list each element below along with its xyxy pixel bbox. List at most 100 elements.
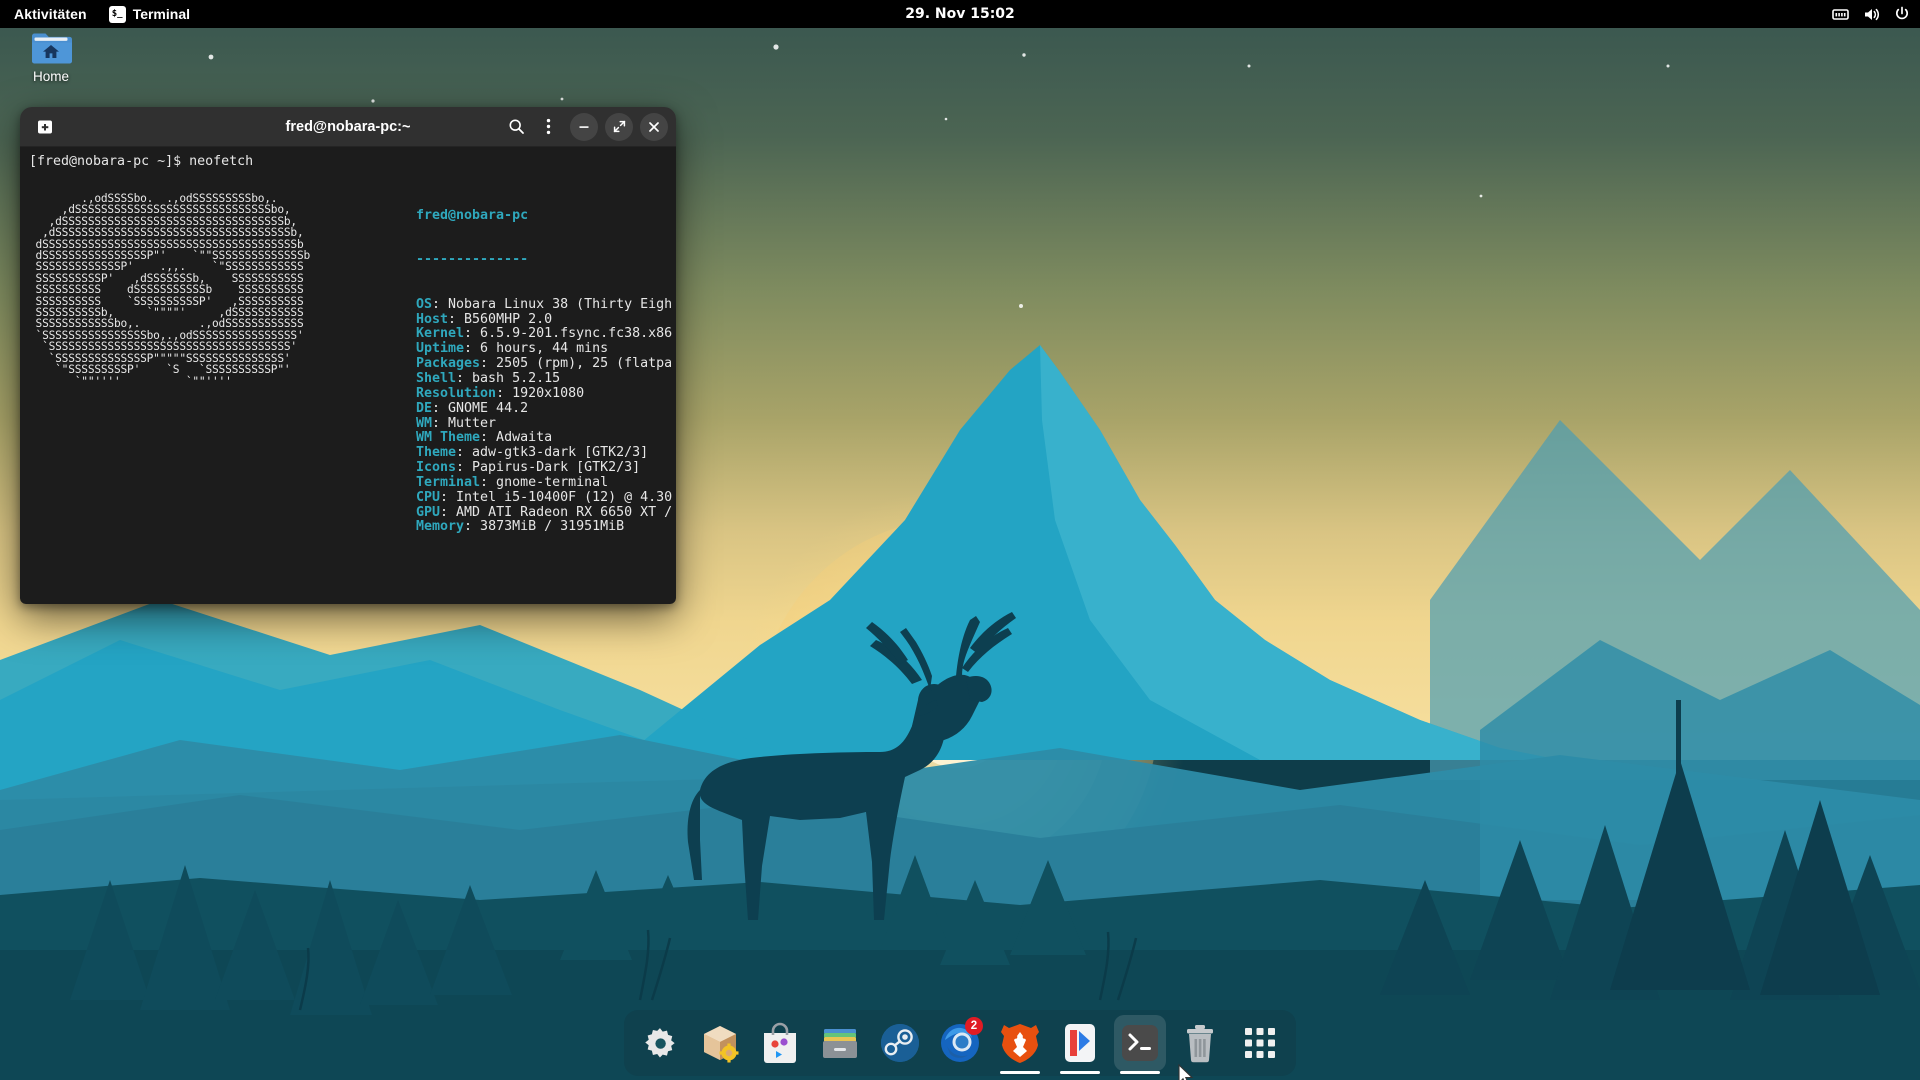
neofetch-header: fred@nobara-pc — [416, 209, 676, 224]
info-value: : Mutter — [432, 416, 496, 431]
home-folder-icon — [30, 30, 72, 66]
info-key: Uptime — [416, 341, 464, 356]
close-icon[interactable] — [640, 113, 668, 141]
info-key: GPU — [416, 505, 440, 520]
neofetch-info-row: CPU: Intel i5-10400F (12) @ 4.30 — [416, 491, 676, 506]
window-title: fred@nobara-pc:~ — [286, 119, 411, 135]
neofetch-header-rule: -------------- — [416, 253, 676, 268]
info-key: Shell — [416, 371, 456, 386]
dock-item-brave[interactable] — [994, 1015, 1046, 1071]
terminal-content[interactable]: [fred@nobara-pc ~]$ neofetch .,odSSSSbo.… — [20, 147, 676, 604]
info-value: : 3873MiB / 31951MiB — [464, 519, 624, 534]
info-value: : Papirus-Dark [GTK2/3] — [456, 460, 640, 475]
terminal-icon: $_ — [109, 6, 126, 23]
dock-item-thunderbird[interactable]: 2 — [934, 1015, 986, 1071]
neofetch-info-row: Shell: bash 5.2.15 — [416, 372, 676, 387]
dock-item-trash[interactable] — [1174, 1015, 1226, 1071]
software-bag-icon — [760, 1022, 800, 1064]
system-status-menu[interactable] — [1832, 6, 1910, 22]
search-icon[interactable] — [501, 112, 531, 142]
info-key: Icons — [416, 460, 456, 475]
command-line: [fred@nobara-pc ~]$ neofetch — [20, 155, 676, 170]
terminal-titlebar[interactable]: fred@nobara-pc:~ — [20, 107, 676, 147]
running-indicator — [1000, 1071, 1040, 1074]
neofetch-info-row: Icons: Papirus-Dark [GTK2/3] — [416, 461, 676, 476]
running-indicator — [1060, 1071, 1100, 1074]
maximize-icon[interactable] — [605, 113, 633, 141]
info-key: DE — [416, 401, 432, 416]
file-cabinet-icon — [819, 1023, 861, 1063]
info-value: : bash 5.2.15 — [456, 371, 560, 386]
terminal-icon — [1121, 1024, 1159, 1062]
neofetch-info-row: WM: Mutter — [416, 417, 676, 432]
dock-item-software-store[interactable] — [754, 1015, 806, 1071]
topbar-app-menu[interactable]: $_ Terminal — [99, 6, 200, 23]
info-key: WM — [416, 416, 432, 431]
info-value: : gnome-terminal — [480, 475, 608, 490]
info-value: : 6.5.9-201.fsync.fc38.x86 — [464, 326, 672, 341]
gnome-top-bar: Aktivitäten $_ Terminal 29. Nov 15:02 — [0, 0, 1920, 28]
info-value: : Nobara Linux 38 (Thirty Eigh — [432, 297, 672, 312]
steam-icon — [879, 1022, 921, 1064]
volume-icon — [1863, 7, 1880, 22]
trash-icon — [1181, 1023, 1219, 1063]
running-indicator — [1120, 1071, 1160, 1074]
activities-button[interactable]: Aktivitäten — [0, 6, 99, 22]
info-value: : 1920x1080 — [496, 386, 584, 401]
neofetch-ascii-logo: .,odSSSSbo. .,odSSSSSSSSSbo,. ,dSSSSSSSS… — [29, 193, 310, 387]
info-value: : Intel i5-10400F (12) @ 4.30 — [440, 490, 672, 505]
neofetch-info-row: DE: GNOME 44.2 — [416, 402, 676, 417]
minimize-icon[interactable] — [570, 113, 598, 141]
info-value: : adw-gtk3-dark [GTK2/3] — [456, 445, 648, 460]
neofetch-info-row: GPU: AMD ATI Radeon RX 6650 XT / — [416, 506, 676, 521]
neofetch-info-row: OS: Nobara Linux 38 (Thirty Eigh — [416, 298, 676, 313]
neofetch-info-row: Uptime: 6 hours, 44 mins — [416, 342, 676, 357]
new-tab-icon[interactable] — [32, 114, 58, 140]
info-key: Kernel — [416, 326, 464, 341]
info-value: : 2505 (rpm), 25 (flatpa — [480, 356, 672, 371]
feedly-icon — [1061, 1022, 1099, 1064]
info-key: CPU — [416, 490, 440, 505]
dock-item-steam[interactable] — [874, 1015, 926, 1071]
neofetch-info-row: Theme: adw-gtk3-dark [GTK2/3] — [416, 446, 676, 461]
dock-item-package-manager[interactable] — [694, 1015, 746, 1071]
info-key: Memory — [416, 519, 464, 534]
info-value: : 6 hours, 44 mins — [464, 341, 608, 356]
app-grid-icon — [1243, 1026, 1277, 1060]
info-value: : Adwaita — [480, 430, 552, 445]
topbar-app-name: Terminal — [133, 6, 190, 22]
neofetch-info-row: Host: B560MHP 2.0 — [416, 313, 676, 328]
info-key: Packages — [416, 356, 480, 371]
dock-item-terminal[interactable] — [1114, 1015, 1166, 1071]
package-icon — [698, 1021, 742, 1065]
neofetch-info-row: Resolution: 1920x1080 — [416, 387, 676, 402]
brave-lion-icon — [1000, 1022, 1040, 1064]
info-value: : B560MHP 2.0 — [448, 312, 552, 327]
info-key: WM Theme — [416, 430, 480, 445]
neofetch-info-row: WM Theme: Adwaita — [416, 431, 676, 446]
neofetch-info: fred@nobara-pc -------------- OS: Nobara… — [416, 179, 676, 565]
info-key: OS — [416, 297, 432, 312]
dock-item-app-grid[interactable] — [1234, 1015, 1286, 1071]
info-key: Resolution — [416, 386, 496, 401]
info-key: Terminal — [416, 475, 480, 490]
neofetch-info-row: Terminal: gnome-terminal — [416, 476, 676, 491]
dock-item-file-manager[interactable] — [814, 1015, 866, 1071]
info-value: : GNOME 44.2 — [432, 401, 528, 416]
desktop-icon-label: Home — [33, 69, 69, 84]
gear-icon — [640, 1023, 680, 1063]
ethernet-icon — [1832, 7, 1849, 21]
info-value: : AMD ATI Radeon RX 6650 XT / — [440, 505, 672, 520]
neofetch-info-row: Memory: 3873MiB / 31951MiB — [416, 520, 676, 535]
desktop-icon-home[interactable]: Home — [14, 30, 88, 84]
dock-item-feedly[interactable] — [1054, 1015, 1106, 1071]
menu-icon[interactable] — [533, 112, 563, 142]
neofetch-info-row: Packages: 2505 (rpm), 25 (flatpa — [416, 357, 676, 372]
info-key: Host — [416, 312, 448, 327]
titlebar-controls — [501, 112, 676, 142]
info-key: Theme — [416, 445, 456, 460]
dock-item-settings[interactable] — [634, 1015, 686, 1071]
mouse-cursor — [1178, 1064, 1196, 1080]
clock[interactable]: 29. Nov 15:02 — [905, 6, 1015, 22]
terminal-window[interactable]: fred@nobara-pc:~ [fred@nobara-pc ~]$ neo… — [20, 107, 676, 604]
